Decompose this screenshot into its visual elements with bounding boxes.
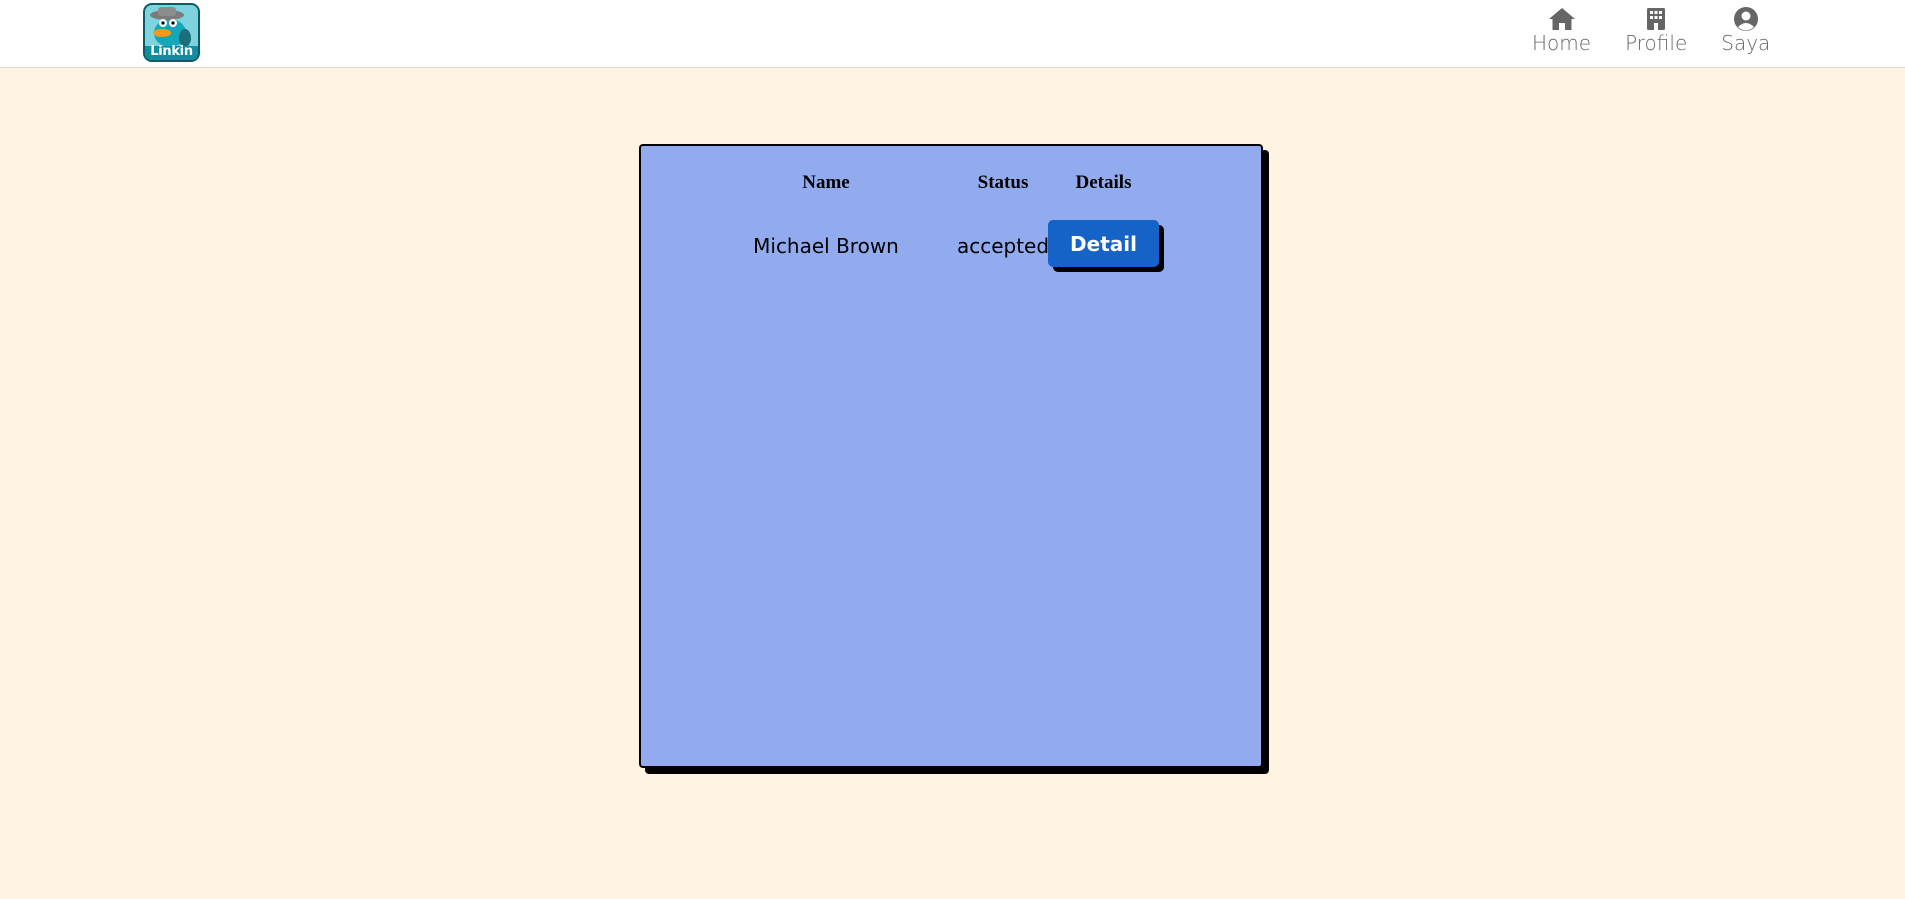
header-details: Details [1075,172,1132,193]
user-circle-icon [1732,5,1760,32]
top-navbar: Linkin Home Profile Saya [0,0,1905,68]
nav-menu: Home Profile Saya [1532,5,1804,54]
linkin-logo[interactable]: Linkin [143,3,200,62]
home-icon [1548,5,1576,32]
header-name: Name [802,172,850,193]
nav-item-profile[interactable]: Profile [1625,5,1687,54]
nav-item-saya[interactable]: Saya [1721,5,1770,54]
nav-item-saya-label: Saya [1721,31,1771,55]
logo-text: Linkin [150,44,193,59]
detail-button[interactable]: Detail [1048,220,1159,267]
row-name: Michael Brown [753,234,899,258]
nav-item-home[interactable]: Home [1532,5,1591,54]
nav-item-home-label: Home [1532,31,1592,55]
nav-item-profile-label: Profile [1625,31,1688,55]
building-icon [1642,5,1670,32]
applications-card: Name Status Details Michael Brown accept… [639,144,1263,768]
